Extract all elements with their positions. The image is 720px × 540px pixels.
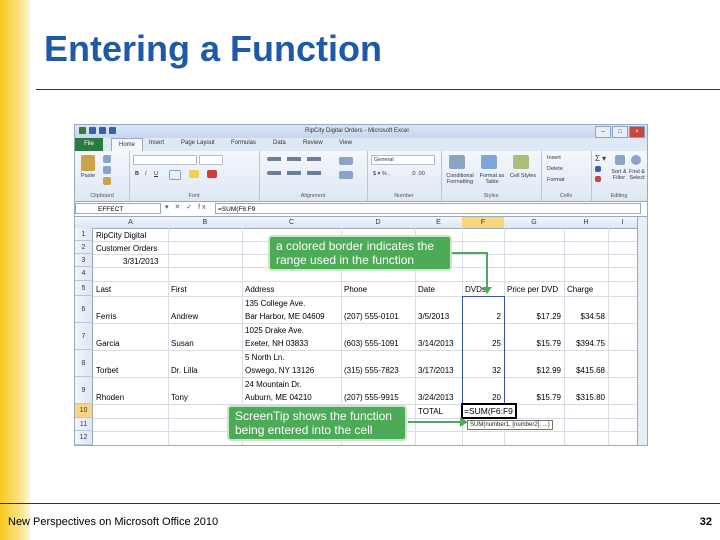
callout-range-border: a colored border indicates the range use…: [268, 235, 452, 271]
slide-page-number: 32: [699, 516, 712, 528]
callout-screentip: ScreenTip shows the function being enter…: [227, 405, 407, 441]
screentip-callout-arrowhead: [460, 417, 468, 427]
range-callout-arrow: [452, 252, 488, 289]
footer-divider: [0, 503, 720, 504]
range-callout-arrowhead: [482, 287, 492, 294]
slide-footer: New Perspectives on Microsoft Office 201…: [8, 516, 219, 528]
